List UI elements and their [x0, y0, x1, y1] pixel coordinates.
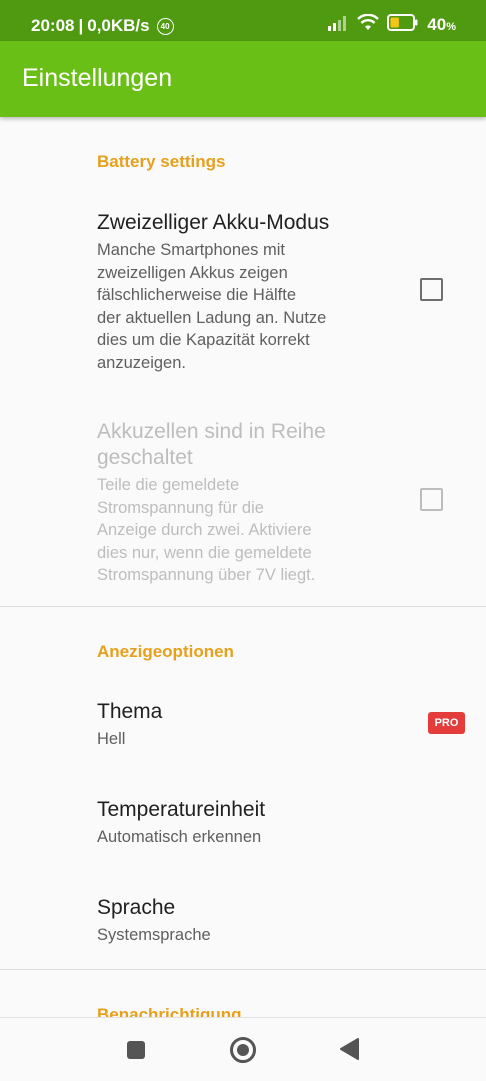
summary-line: Manche Smartphones mit [97, 241, 286, 259]
summary-line: dies nur, wenn die gemeldete [97, 543, 312, 562]
pref-dual-cell-mode[interactable]: Zweizelliger Akku-Modus Manche Smartphon… [0, 197, 486, 382]
title-line: Akkuzellen sind in Reihe [97, 420, 326, 443]
summary-line: dies um die Kapazität korrekt [97, 331, 310, 349]
pref-language[interactable]: Sprache Systemsprache [0, 883, 486, 978]
pref-summary: Systemsprache [97, 926, 211, 944]
pref-title: Sprache [97, 896, 176, 919]
pro-badge: PRO [428, 712, 465, 734]
summary-line: zweizelligen Akkus zeigen [97, 263, 288, 282]
battery-percent-value: 40 [427, 15, 447, 34]
section-divider [0, 606, 486, 607]
battery-percent-suffix: % [446, 21, 456, 33]
status-left: 20:08 | 0,0KB/s 40 [31, 16, 174, 36]
summary-line: Teile die gemeldete [97, 476, 240, 494]
battery-percent: 40% [427, 15, 456, 35]
pref-title: Temperatureinheit [97, 798, 266, 821]
pref-title: Zweizelliger Akku-Modus [97, 211, 330, 234]
status-time: 20:08 [31, 16, 75, 35]
back-triangle-icon[interactable] [338, 1037, 360, 1066]
page-title: Einstellungen [22, 64, 173, 92]
pref-summary: Automatisch erkennen [97, 828, 262, 846]
pref-temperature-unit[interactable]: Temperatureinheit Automatisch erkennen [0, 785, 486, 880]
status-bar: 20:08 | 0,0KB/s 40 40% [0, 0, 486, 41]
recents-square-icon[interactable] [125, 1039, 147, 1066]
summary-line: Stromspannung für die [97, 498, 264, 517]
section-divider [0, 969, 486, 970]
summary-line: fälschlicherweise die Hälfte [97, 286, 297, 304]
pref-summary: Manche Smartphones mit zweizelligen Akku… [97, 239, 367, 374]
summary-line: Stromspannung über 7V liegt. [97, 566, 316, 584]
app-bar: Einstellungen [0, 41, 486, 117]
category-notification: Benachrichtigung [97, 1005, 242, 1017]
status-right: 40% [327, 13, 456, 36]
notification-badge: 40 [156, 17, 174, 35]
home-circle-icon[interactable] [229, 1036, 257, 1069]
summary-line: Anzeige durch zwei. Aktiviere [97, 521, 312, 539]
pref-cells-in-series: Akkuzellen sind in Reihe geschaltet Teil… [0, 407, 486, 592]
pref-theme[interactable]: Thema Hell PRO [0, 687, 486, 782]
signal-icon [327, 15, 349, 36]
dual-cell-checkbox[interactable] [420, 278, 443, 301]
pref-summary: Teile die gemeldete Stromspannung für di… [97, 474, 367, 587]
status-speed: 0,0KB/s [87, 16, 150, 35]
pref-title: Akkuzellen sind in Reihe geschaltet [97, 419, 326, 471]
category-battery-settings: Battery settings [97, 152, 226, 171]
cells-series-checkbox [420, 488, 443, 511]
summary-line: der aktuellen Ladung an. Nutze [97, 308, 327, 327]
battery-icon [387, 14, 419, 36]
settings-list[interactable]: Battery settings Zweizelliger Akku-Modus… [0, 117, 486, 1017]
status-separator: | [78, 16, 84, 35]
wifi-icon [357, 13, 380, 36]
summary-line: anzuzeigen. [97, 353, 186, 372]
navigation-bar [0, 1017, 486, 1081]
title-line: geschaltet [97, 446, 193, 469]
category-display-options: Anezigeoptionen [97, 642, 234, 661]
pref-summary: Hell [97, 730, 126, 748]
pref-title: Thema [97, 700, 163, 723]
